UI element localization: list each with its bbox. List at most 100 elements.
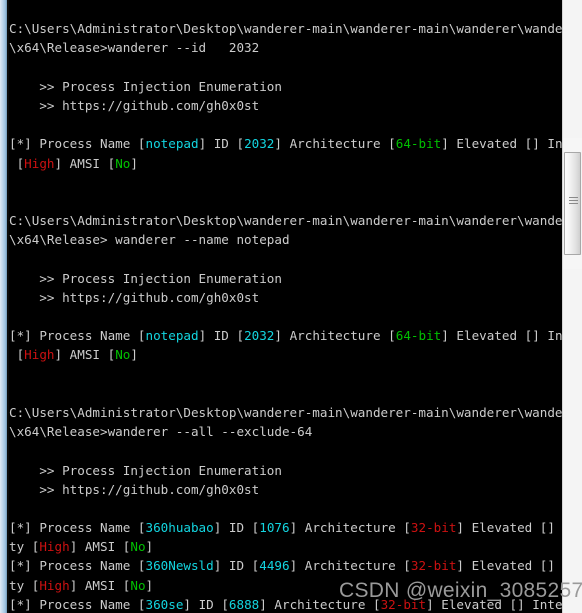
- console-text-span: [*] Process Name [: [9, 136, 146, 152]
- console-line: [*] Process Name [notepad] ID [2032] Arc…: [9, 134, 563, 153]
- console-line: [High] AMSI [No]: [9, 154, 563, 173]
- console-text-span: >> https://github.com/gh0x0st: [9, 289, 260, 305]
- console-line: [*] Process Name [360huabao] ID [1076] A…: [9, 518, 563, 537]
- console-text-span: ] Elevated [] Integri: [456, 558, 563, 574]
- console-text-span: >> Process Injection Enumeration: [9, 78, 282, 94]
- console-text-span: 360Newsld: [145, 558, 214, 574]
- console-line: C:\Users\Administrator\Desktop\wanderer-…: [9, 403, 563, 422]
- console-text-span: 32-bit: [410, 558, 457, 574]
- console-text-span: ] AMSI [: [69, 539, 131, 555]
- console-text-span: 64-bit: [395, 136, 442, 152]
- console-text-span: High: [24, 347, 55, 363]
- console-text-span: ]: [130, 347, 138, 363]
- console-text-span: 1076: [259, 520, 290, 536]
- console-line: >> Process Injection Enumeration: [9, 77, 563, 96]
- console-text-span: ] ID [: [183, 596, 229, 612]
- console-text-span: No: [115, 347, 131, 363]
- console-line: >> Process Injection Enumeration: [9, 269, 563, 288]
- console-line: >> https://github.com/gh0x0st: [9, 480, 563, 499]
- console-text-span: >> Process Injection Enumeration: [9, 462, 282, 478]
- console-text-span: [*] Process Name [: [9, 328, 146, 344]
- console-text-span: 6888: [228, 596, 260, 612]
- console-text-span: ] Elevated [] Integri: [456, 520, 563, 536]
- console-text-span: ] ID [: [198, 136, 245, 152]
- console-line: >> Process Injection Enumeration: [9, 461, 563, 480]
- console-text-span: ] Architecture [: [289, 558, 411, 574]
- console-text-span: 4496: [259, 558, 290, 574]
- console-line: C:\Users\Administrator\Desktop\wanderer-…: [9, 211, 563, 230]
- console-text-span: ]: [130, 155, 138, 171]
- console-text-span: ty [: [9, 577, 40, 593]
- console-text-span: High: [39, 539, 70, 555]
- console-text-span: 64-bit: [395, 328, 442, 344]
- console-line: >> https://github.com/gh0x0st: [9, 288, 563, 307]
- console-text-span: [: [9, 155, 25, 171]
- console-line: \x64\Release>wanderer --id 2032: [9, 38, 563, 57]
- console-text-span: ]: [145, 539, 154, 555]
- console-text-span: ]: [145, 577, 154, 593]
- console-text-span: [*] Process Name [: [9, 558, 146, 574]
- console-text-span: ] AMSI [: [54, 347, 116, 363]
- console-text-span: [: [9, 347, 25, 363]
- console-text-span: C:\Users\Administrator\Desktop\wanderer-…: [9, 213, 563, 229]
- console-text-span: >> https://github.com/gh0x0st: [9, 97, 260, 113]
- console-line: C:\Users\Administrator\Desktop\wanderer-…: [9, 19, 563, 38]
- console-text-span: ] Elevated [] Integrity: [441, 136, 563, 152]
- console-text-span: \x64\Release> wanderer --name notepad: [9, 232, 290, 248]
- console-text-span: \x64\Release>wanderer --all --exclude-64: [9, 424, 313, 440]
- console-text-span: 2032: [244, 136, 275, 152]
- console-text-span: >> https://github.com/gh0x0st: [9, 481, 260, 497]
- scrollbar-track[interactable]: [563, 0, 582, 613]
- scrollbar-thumb[interactable]: [564, 152, 581, 255]
- console-line: \x64\Release> wanderer --name notepad: [9, 230, 563, 249]
- console-text-span: 360huabao: [145, 520, 214, 536]
- console-text-span: C:\Users\Administrator\Desktop\wanderer-…: [9, 404, 563, 420]
- console-text-span: ] ID [: [198, 328, 245, 344]
- command-prompt-window[interactable]: C:\Users\Administrator\Desktop\wanderer-…: [0, 0, 582, 613]
- console-text-span: No: [130, 577, 146, 593]
- console-text-span: ] Elevated [] Integrity: [441, 328, 563, 344]
- console-line: ty [High] AMSI [No]: [9, 537, 563, 556]
- console-text-span: [*] Process Name [: [9, 596, 146, 612]
- scrollbar-track-lower[interactable]: [563, 255, 582, 269]
- console-text-span: No: [130, 539, 146, 555]
- console-line: \x64\Release>wanderer --all --exclude-64: [9, 422, 563, 441]
- console-text-span: 2032: [244, 328, 275, 344]
- scrollbar-track-upper[interactable]: [563, 138, 582, 152]
- vertical-scrollbar[interactable]: [562, 0, 582, 613]
- console-text-span: \x64\Release>wanderer --id 2032: [9, 40, 260, 56]
- console-output-area[interactable]: C:\Users\Administrator\Desktop\wanderer-…: [9, 0, 563, 613]
- console-line: [*] Process Name [360Newsld] ID [4496] A…: [9, 556, 563, 575]
- console-text-span: ] ID [: [213, 520, 260, 536]
- csdn-watermark: CSDN @weixin_30852573: [339, 579, 582, 602]
- console-text-span: ] Architecture [: [274, 328, 396, 344]
- console-text-span: [*] Process Name [: [9, 520, 146, 536]
- console-text-span: ] Architecture [: [274, 136, 396, 152]
- window-left-border-inner: [7, 0, 9, 613]
- console-text-span: C:\Users\Administrator\Desktop\wanderer-…: [9, 21, 563, 37]
- console-text-span: ] AMSI [: [69, 577, 131, 593]
- console-text-span: No: [115, 155, 131, 171]
- console-text-span: High: [39, 577, 70, 593]
- console-line: >> https://github.com/gh0x0st: [9, 96, 563, 115]
- scrollbar-grip-icon: [569, 197, 578, 206]
- console-line: [High] AMSI [No]: [9, 345, 563, 364]
- console-text-span: 32-bit: [410, 520, 457, 536]
- console-text-span: 360se: [145, 596, 184, 612]
- console-text-span: ] Architecture [: [289, 520, 411, 536]
- console-text-span: ty [: [9, 539, 40, 555]
- console-line: [*] Process Name [notepad] ID [2032] Arc…: [9, 326, 563, 345]
- console-text-span: ] AMSI [: [54, 155, 116, 171]
- console-text-span: notepad: [145, 136, 199, 152]
